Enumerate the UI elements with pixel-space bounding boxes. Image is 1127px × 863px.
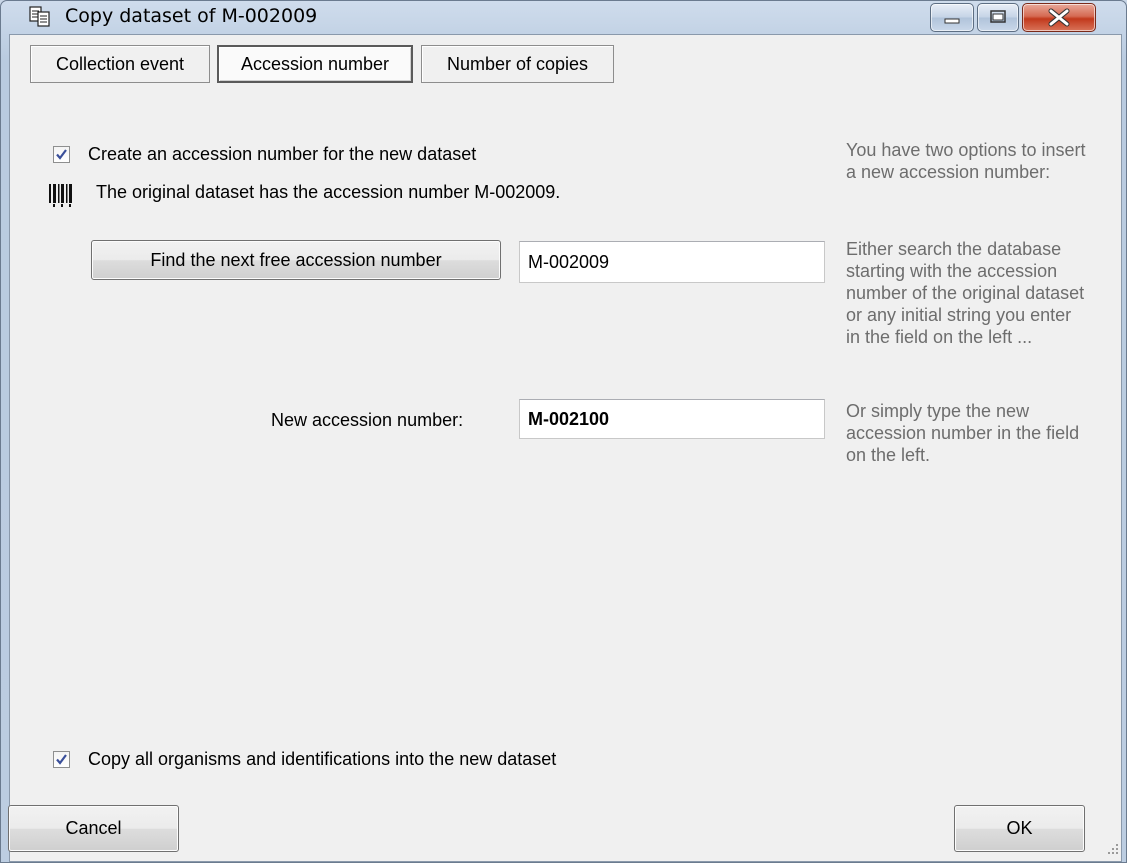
minimize-icon — [944, 18, 960, 24]
minimize-button[interactable] — [930, 3, 974, 32]
checkmark-icon — [56, 754, 67, 765]
resize-grip-icon[interactable] — [1106, 842, 1120, 856]
original-accession-info: The original dataset has the accession n… — [96, 182, 561, 202]
new-accession-label: New accession number: — [271, 410, 464, 430]
create-accession-checkbox[interactable] — [53, 146, 70, 163]
close-icon — [1048, 8, 1070, 27]
tab-accession-number[interactable]: Accession number — [217, 45, 413, 83]
barcode-icon — [47, 181, 75, 214]
create-accession-label[interactable]: Create an accession number for the new d… — [88, 144, 476, 165]
copy-organisms-checkbox[interactable] — [53, 751, 70, 768]
hint-intro: You have two options to insert a new acc… — [846, 140, 1086, 182]
copy-dataset-icon — [29, 5, 51, 27]
cancel-button[interactable]: Cancel — [8, 805, 179, 852]
find-next-free-button[interactable]: Find the next free accession number — [91, 240, 501, 280]
checkmark-icon — [56, 149, 67, 160]
hint-search: Either search the database starting with… — [846, 239, 1085, 347]
new-accession-input[interactable]: M-002100 — [519, 399, 825, 439]
ok-button[interactable]: OK — [954, 805, 1085, 852]
title-bar[interactable]: Copy dataset of M-002009 — [1, 1, 1126, 35]
maximize-button[interactable] — [977, 3, 1019, 32]
dialog-window: Copy dataset of M-002009 Collection even… — [0, 0, 1127, 863]
maximize-icon — [990, 10, 1006, 23]
copy-organisms-label[interactable]: Copy all organisms and identifications i… — [88, 749, 556, 770]
window-title: Copy dataset of M-002009 — [65, 5, 318, 27]
search-accession-input[interactable]: M-002009 — [519, 241, 825, 283]
tab-collection-event[interactable]: Collection event — [30, 45, 210, 83]
close-button[interactable] — [1022, 3, 1096, 32]
tab-number-of-copies[interactable]: Number of copies — [421, 45, 614, 83]
hint-type: Or simply type the new accession number … — [846, 401, 1080, 465]
